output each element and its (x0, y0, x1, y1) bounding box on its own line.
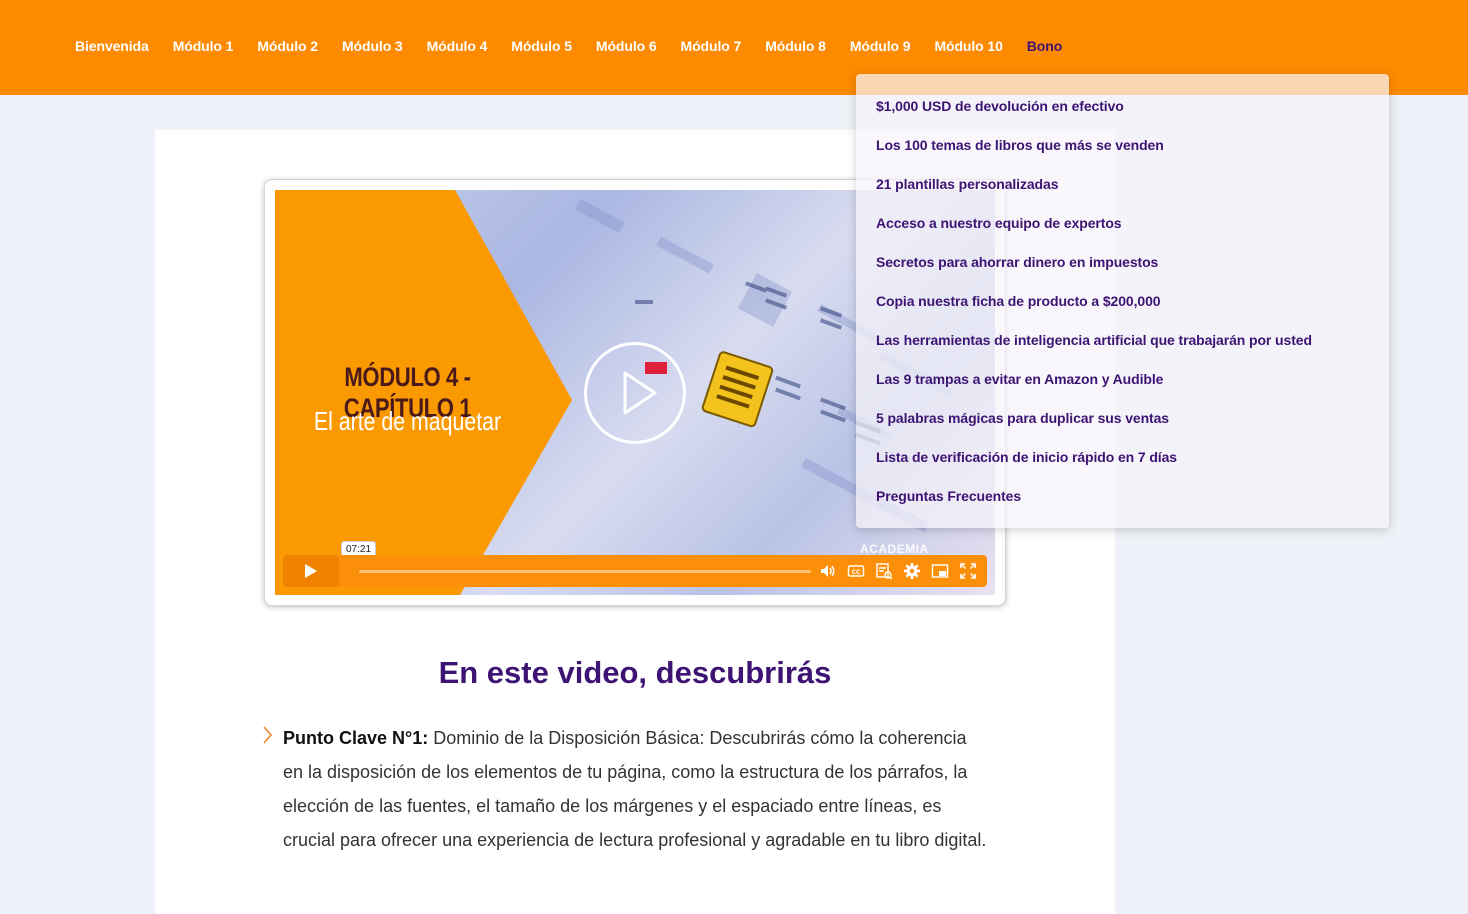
dropdown-item-lista-verificacion[interactable]: Lista de verificación de inicio rápido e… (876, 449, 1177, 465)
nav-item-modulo-2[interactable]: Módulo 2 (257, 38, 318, 54)
dropdown-item-herramientas-ia[interactable]: Las herramientas de inteligencia artific… (876, 332, 1312, 348)
nav-item-modulo-9[interactable]: Módulo 9 (850, 38, 911, 54)
dropdown-item-trampas[interactable]: Las 9 trampas a evitar en Amazon y Audib… (876, 371, 1163, 387)
big-play-button[interactable] (584, 342, 686, 444)
play-icon (623, 371, 657, 415)
svg-text:CC: CC (852, 569, 861, 576)
dropdown-item-preguntas-frecuentes[interactable]: Preguntas Frecuentes (876, 488, 1021, 504)
progress-bar[interactable] (359, 570, 811, 573)
key-point-label: Punto Clave N°1: (283, 728, 429, 748)
play-icon (305, 564, 317, 578)
nav-item-modulo-10[interactable]: Módulo 10 (934, 38, 1002, 54)
chapters-icon[interactable] (875, 562, 893, 580)
dropdown-item-ficha-producto[interactable]: Copia nuestra ficha de producto a $200,0… (876, 293, 1161, 309)
key-point-text: Punto Clave N°1: Dominio de la Disposici… (283, 721, 990, 857)
nav-item-modulo-8[interactable]: Módulo 8 (765, 38, 826, 54)
nav-item-modulo-3[interactable]: Módulo 3 (342, 38, 403, 54)
nav-item-modulo-6[interactable]: Módulo 6 (596, 38, 657, 54)
picture-in-picture-icon[interactable] (931, 562, 949, 580)
nav-item-modulo-7[interactable]: Módulo 7 (681, 38, 742, 54)
dropdown-item-expertos[interactable]: Acceso a nuestro equipo de expertos (876, 215, 1122, 231)
dropdown-item-plantillas[interactable]: 21 plantillas personalizadas (876, 176, 1058, 192)
bono-dropdown-menu: $1,000 USD de devolución en efectivo Los… (856, 74, 1389, 528)
dropdown-item-palabras-magicas[interactable]: 5 palabras mágicas para duplicar sus ven… (876, 410, 1169, 426)
dropdown-item-100-temas[interactable]: Los 100 temas de libros que más se vende… (876, 137, 1164, 153)
nav-item-modulo-1[interactable]: Módulo 1 (173, 38, 234, 54)
captions-icon[interactable]: CC (847, 562, 865, 580)
play-button[interactable] (283, 555, 339, 587)
nav-item-bienvenida[interactable]: Bienvenida (75, 38, 149, 54)
dropdown-item-devolucion[interactable]: $1,000 USD de devolución en efectivo (876, 98, 1124, 114)
nav-item-modulo-5[interactable]: Módulo 5 (511, 38, 572, 54)
section-title: En este video, descubrirás (438, 655, 832, 690)
settings-icon[interactable] (903, 562, 921, 580)
key-point-item: Punto Clave N°1: Dominio de la Disposici… (260, 721, 990, 857)
volume-icon[interactable] (819, 562, 837, 580)
video-controls-bar: CC (283, 555, 987, 587)
chevron-right-icon (263, 726, 273, 744)
fullscreen-icon[interactable] (959, 562, 977, 580)
main-nav: Bienvenida Módulo 1 Módulo 2 Módulo 3 Mó… (75, 38, 1062, 54)
dropdown-item-impuestos[interactable]: Secretos para ahorrar dinero en impuesto… (876, 254, 1158, 270)
thumbnail-subtitle: El arte de maquetar (313, 406, 502, 436)
nav-item-modulo-4[interactable]: Módulo 4 (427, 38, 488, 54)
nav-item-bono[interactable]: Bono (1027, 38, 1062, 54)
